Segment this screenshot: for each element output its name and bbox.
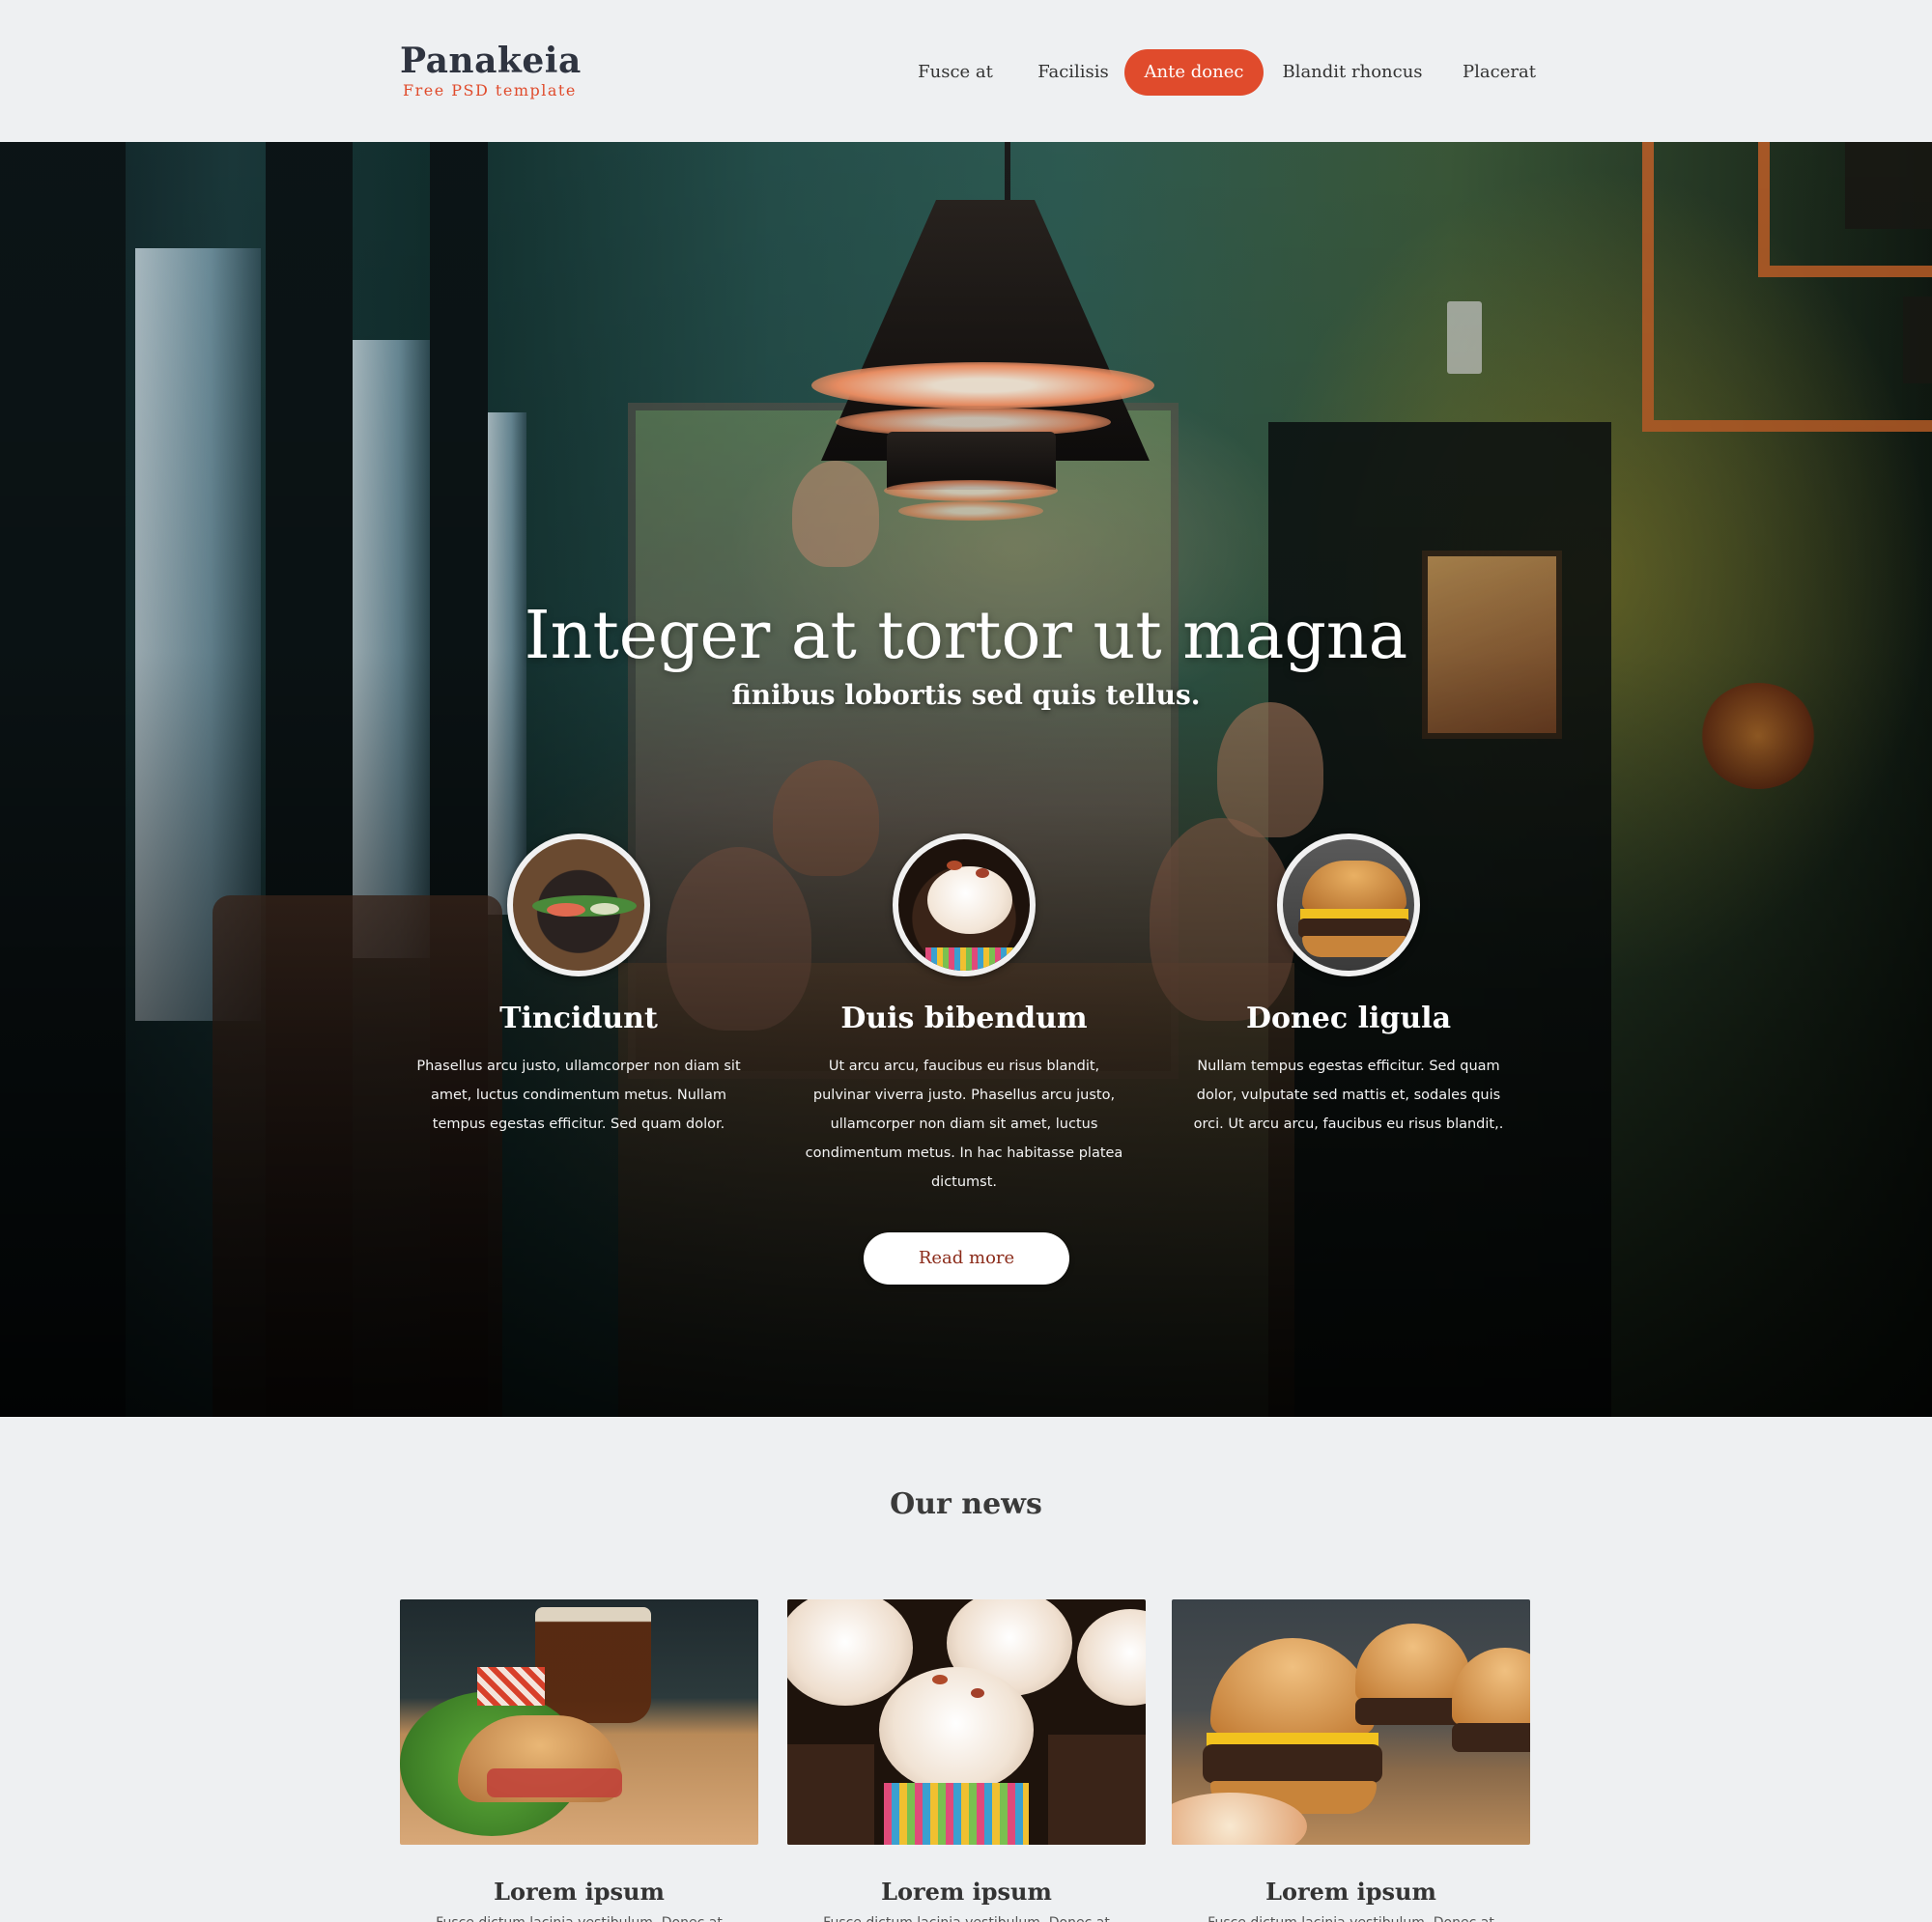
nav-item-ante-donec[interactable]: Ante donec <box>1124 49 1264 96</box>
news-card[interactable]: Lorem ipsum Fusce dictum lacinia vestibu… <box>787 1599 1146 1922</box>
hero-title: Integer at tortor ut magna <box>524 598 1408 674</box>
feature-title: Tincidunt <box>499 1002 658 1035</box>
news-image-cupcakes[interactable] <box>787 1599 1146 1845</box>
site-header: Panakeia Free PSD template Fusce at Faci… <box>0 0 1932 142</box>
brand-name: Panakeia <box>400 41 582 81</box>
news-image-burger-and-beer[interactable] <box>400 1599 758 1845</box>
news-title: Lorem ipsum <box>494 1878 665 1906</box>
news-image-burgers[interactable] <box>1172 1599 1530 1845</box>
brand-tagline: Free PSD template <box>403 81 577 99</box>
nav-item-placerat[interactable]: Placerat <box>1445 49 1553 96</box>
hero-section: Integer at tortor ut magna finibus lobor… <box>0 142 1932 1417</box>
nav-item-fusce-at[interactable]: Fusce at <box>904 49 1007 96</box>
feature-card: Tincidunt Phasellus arcu justo, ullamcor… <box>385 834 772 1139</box>
nav-item-facilisis[interactable]: Facilisis <box>1022 49 1124 96</box>
read-more-button[interactable]: Read more <box>864 1232 1069 1285</box>
news-heading: Our news <box>890 1487 1042 1521</box>
feature-card: Donec ligula Nullam tempus egestas effic… <box>1155 834 1542 1139</box>
news-text: Fusce dictum lacinia vestibulum. Donec a… <box>787 1913 1146 1922</box>
news-card[interactable]: Lorem ipsum Fusce dictum lacinia vestibu… <box>1172 1599 1530 1922</box>
feature-title: Donec ligula <box>1245 1002 1452 1035</box>
news-title: Lorem ipsum <box>1265 1878 1436 1906</box>
feature-image-cupcake <box>893 834 1036 976</box>
news-text: Fusce dictum lacinia vestibulum. Donec a… <box>400 1913 758 1922</box>
feature-title: Duis bibendum <box>840 1002 1088 1035</box>
feature-image-dark-burger <box>507 834 650 976</box>
brand-logo[interactable]: Panakeia Free PSD template <box>400 41 582 100</box>
feature-card: Duis bibendum Ut arcu arcu, faucibus eu … <box>771 834 1157 1197</box>
feature-image-cheeseburger <box>1277 834 1420 976</box>
nav-item-blandit-rhoncus[interactable]: Blandit rhoncus <box>1275 49 1430 96</box>
feature-text: Phasellus arcu justo, ullamcorper non di… <box>416 1059 741 1132</box>
news-text: Fusce dictum lacinia vestibulum. Donec a… <box>1172 1913 1530 1922</box>
news-card[interactable]: Lorem ipsum Fusce dictum lacinia vestibu… <box>400 1599 758 1922</box>
news-title: Lorem ipsum <box>881 1878 1052 1906</box>
hero-subtitle: finibus lobortis sed quis tellus. <box>731 679 1201 711</box>
feature-text: Ut arcu arcu, faucibus eu risus blandit,… <box>805 1059 1123 1190</box>
feature-text: Nullam tempus egestas efficitur. Sed qua… <box>1193 1059 1504 1132</box>
